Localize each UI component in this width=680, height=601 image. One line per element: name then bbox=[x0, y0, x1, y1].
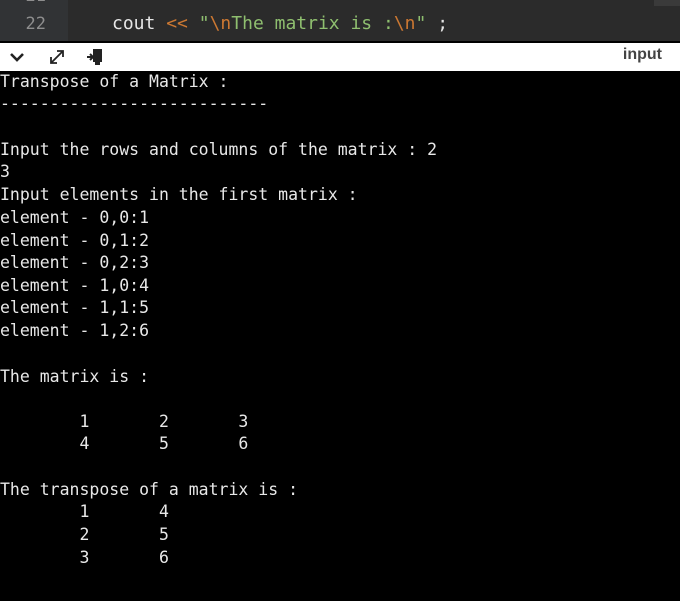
code-string-close: " bbox=[415, 13, 427, 34]
line-number-prev: 21 bbox=[26, 0, 46, 6]
expand-icon[interactable] bbox=[46, 46, 68, 68]
console-line: 2 5 bbox=[0, 525, 169, 544]
output-toolbar: input bbox=[0, 43, 680, 72]
code-keyword: cout bbox=[112, 13, 156, 34]
console-output: Transpose of a Matrix : -----------------… bbox=[0, 71, 680, 601]
console-line: Transpose of a Matrix : bbox=[0, 72, 229, 91]
tab-input[interactable]: input bbox=[623, 46, 662, 64]
console-line: Input elements in the first matrix : bbox=[0, 185, 358, 204]
code-editor-strip[interactable]: 21 22 cout << "\nThe matrix is :\n" ; bbox=[0, 0, 680, 41]
scroll-edge bbox=[654, 0, 680, 6]
console-line: Input the rows and columns of the matrix… bbox=[0, 140, 438, 159]
chevron-down-icon[interactable] bbox=[6, 46, 28, 68]
code-string-text: The matrix is : bbox=[231, 13, 394, 34]
console-line: 4 5 6 bbox=[0, 434, 249, 453]
console-line: 3 bbox=[0, 162, 10, 181]
console-line: element - 1,1:5 bbox=[0, 298, 150, 317]
console-line: element - 0,0:1 bbox=[0, 208, 150, 227]
line-number-gutter: 21 22 bbox=[0, 0, 68, 41]
console-line: element - 0,2:3 bbox=[0, 253, 150, 272]
code-string-open: " bbox=[198, 13, 210, 34]
code-semicolon: ; bbox=[437, 13, 449, 34]
code-operator: << bbox=[166, 13, 188, 34]
console-line: element - 1,0:4 bbox=[0, 276, 150, 295]
code-escape-2: \n bbox=[393, 13, 416, 34]
console-line: --------------------------- bbox=[0, 94, 269, 113]
console-line: 1 2 3 bbox=[0, 412, 249, 431]
console-line: The transpose of a matrix is : bbox=[0, 480, 299, 499]
console-line: element - 1,2:6 bbox=[0, 321, 150, 340]
code-escape-1: \n bbox=[209, 13, 232, 34]
code-line[interactable]: cout << "\nThe matrix is :\n" ; bbox=[112, 13, 448, 34]
console-line: element - 0,1:2 bbox=[0, 231, 150, 250]
console-line: The matrix is : bbox=[0, 367, 150, 386]
line-number-current: 22 bbox=[25, 14, 46, 34]
console-line: 3 6 bbox=[0, 548, 169, 567]
console-line: 1 4 bbox=[0, 502, 169, 521]
file-share-icon[interactable] bbox=[84, 46, 106, 68]
